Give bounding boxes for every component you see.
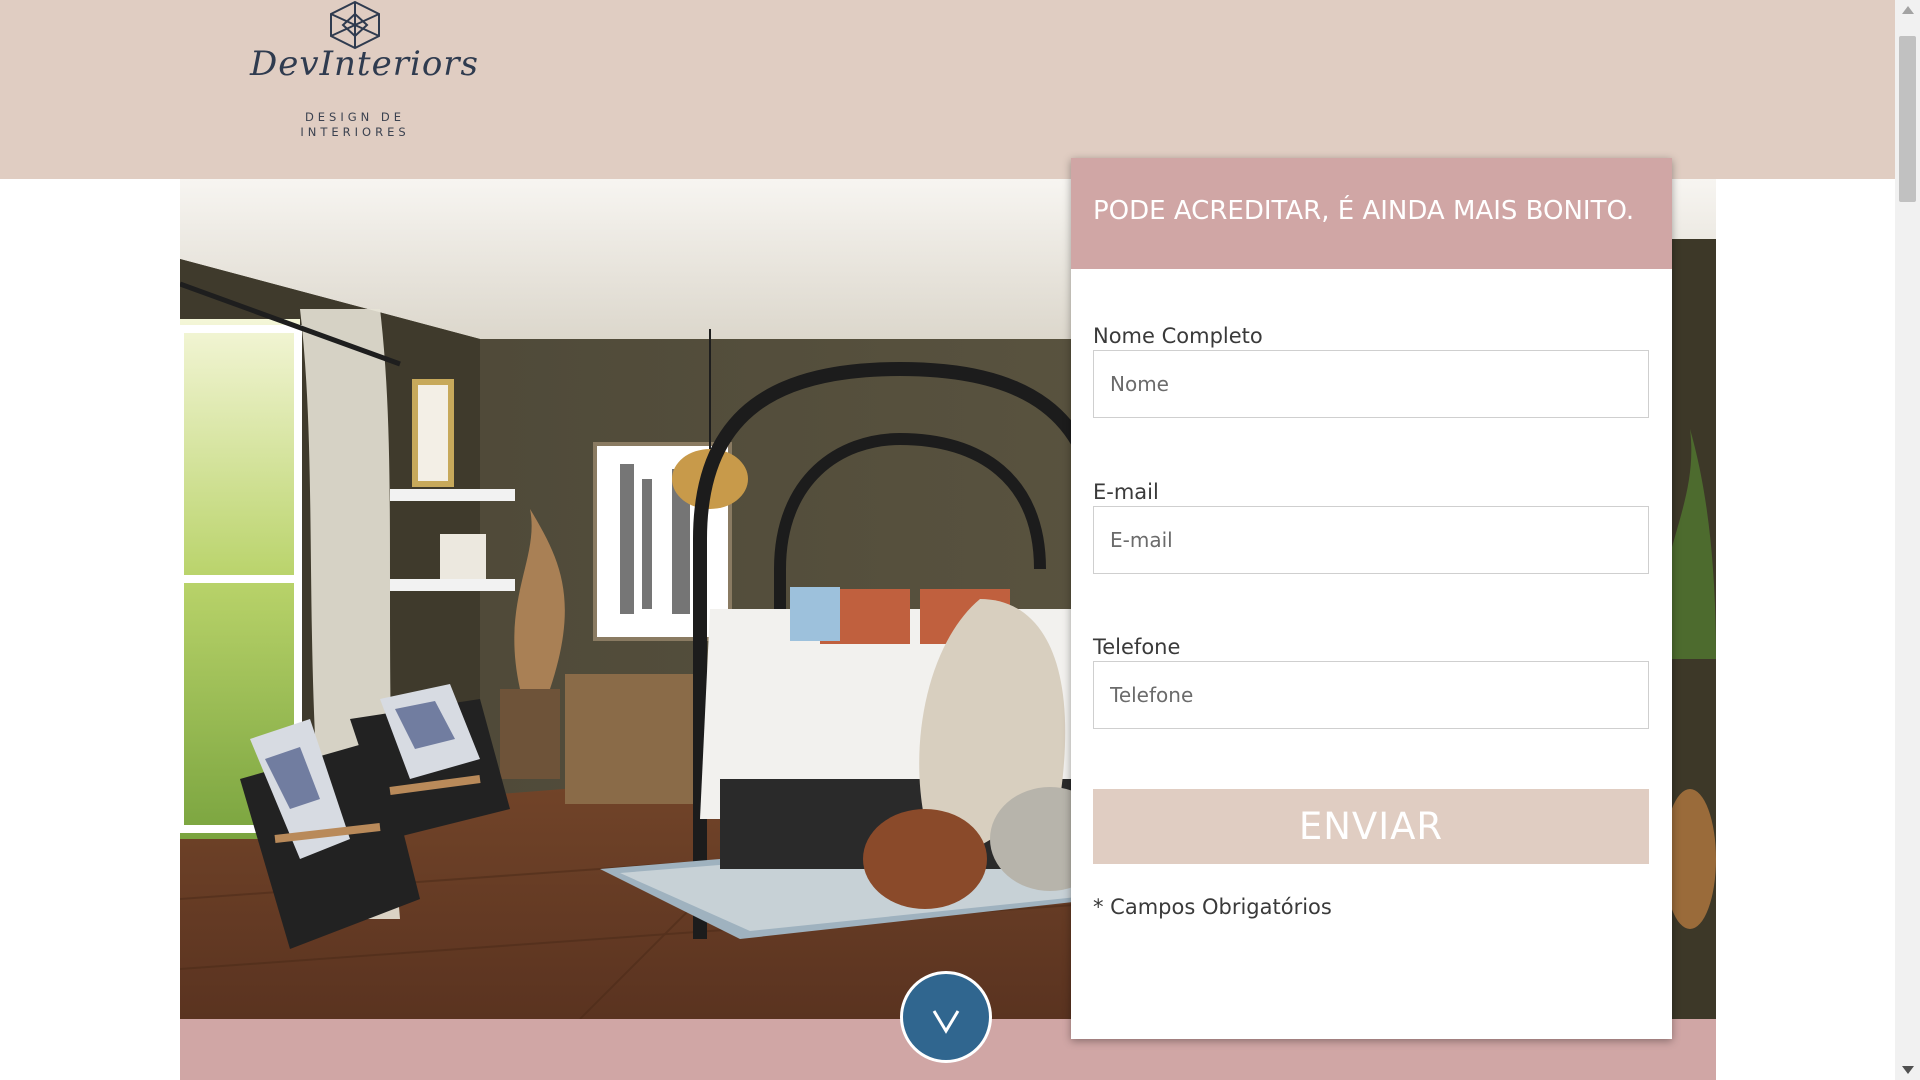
logo[interactable]: DevInteriors DESIGN DE INTERIORES <box>250 0 479 145</box>
name-input[interactable] <box>1093 350 1649 418</box>
scrollbar-thumb[interactable] <box>1899 36 1916 202</box>
phone-input[interactable] <box>1093 661 1649 729</box>
scroll-down-button[interactable] <box>900 971 992 1063</box>
submit-button[interactable]: ENVIAR <box>1093 789 1649 864</box>
brand-tagline: DESIGN DE INTERIORES <box>250 110 460 140</box>
required-fields-note: * Campos Obrigatórios <box>1093 895 1332 919</box>
phone-label: Telefone <box>1093 635 1181 659</box>
chevron-down-icon <box>932 1010 960 1034</box>
tagline-line2: INTERIORES <box>300 125 410 139</box>
scroll-up-arrow-icon[interactable] <box>1902 6 1914 14</box>
geodesic-diamond-icon <box>330 0 380 50</box>
name-label: Nome Completo <box>1093 324 1263 348</box>
form-headline: PODE ACREDITAR, É AINDA MAIS BONITO. <box>1071 158 1672 269</box>
brand-name: DevInteriors <box>250 44 479 84</box>
scroll-down-arrow-icon[interactable] <box>1902 1066 1914 1074</box>
contact-form: PODE ACREDITAR, É AINDA MAIS BONITO. Nom… <box>1071 158 1672 1039</box>
email-label: E-mail <box>1093 480 1159 504</box>
tagline-line1: DESIGN DE <box>304 110 406 124</box>
site-header: DevInteriors DESIGN DE INTERIORES <box>0 0 1895 179</box>
email-input[interactable] <box>1093 506 1649 574</box>
